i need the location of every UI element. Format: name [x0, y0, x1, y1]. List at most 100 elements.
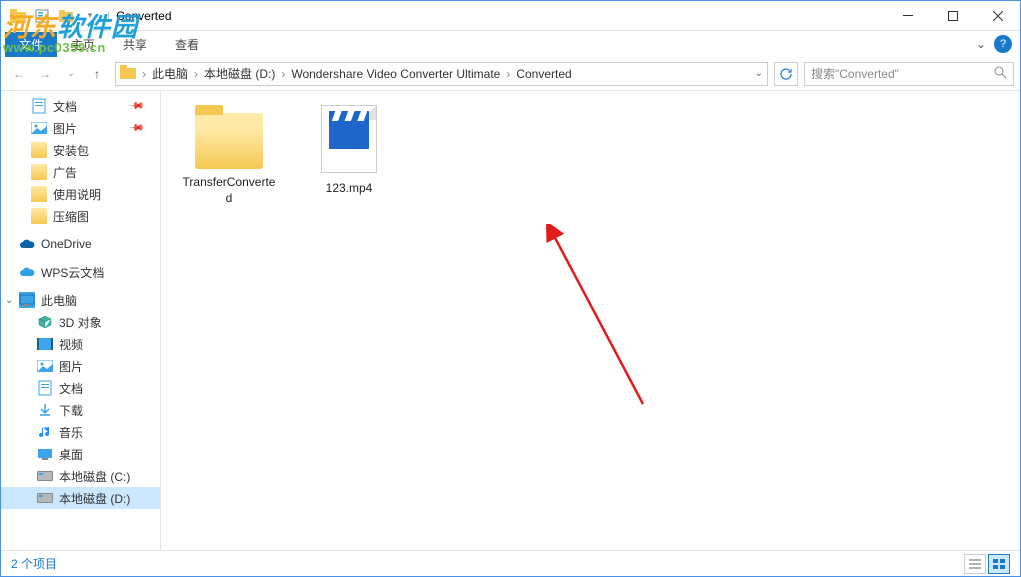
tree-pc-item[interactable]: 本地磁盘 (C:) [1, 465, 160, 487]
video-file-item[interactable]: 123.mp4 [301, 103, 397, 197]
chevron-right-icon[interactable]: › [192, 67, 200, 81]
tree-label: 视频 [59, 336, 83, 353]
pc-icon [19, 292, 35, 308]
doc-icon [31, 98, 47, 114]
folder-icon [31, 164, 47, 180]
tree-label: 文档 [59, 380, 83, 397]
tree-pc-item[interactable]: 桌面 [1, 443, 160, 465]
wps-cloud-icon [19, 264, 35, 280]
crumb-drive[interactable]: 本地磁盘 (D:) [200, 65, 279, 82]
breadcrumb-history-dropdown-icon[interactable]: ⌄ [755, 68, 763, 79]
app-icon [7, 5, 29, 27]
tree-label: 3D 对象 [59, 314, 102, 331]
search-input[interactable]: 搜索"Converted" [804, 62, 1014, 86]
maximize-button[interactable] [930, 1, 975, 30]
3d-icon [37, 314, 53, 330]
tree-label: 文档 [53, 98, 77, 115]
tree-pc-item[interactable]: 本地磁盘 (D:) [1, 487, 160, 509]
status-bar: 2 个项目 [1, 550, 1020, 576]
tree-thispc[interactable]: ⌄ 此电脑 [1, 289, 160, 311]
view-icons-button[interactable] [988, 554, 1010, 574]
breadcrumb-folder-icon [120, 65, 136, 82]
tree-quick-item[interactable]: 广告 [1, 161, 160, 183]
file-name: 123.mp4 [326, 181, 373, 197]
tree-quick-item[interactable]: 图片 📌 [1, 117, 160, 139]
ribbon-expand-icon[interactable]: ⌄ [976, 37, 986, 51]
tree-label: OneDrive [41, 237, 92, 251]
pin-icon: 📌 [127, 120, 144, 137]
tree-pc-item[interactable]: 音乐 [1, 421, 160, 443]
file-list[interactable]: TransferConverted 123.mp4 [161, 91, 1020, 550]
window-title: Converted [116, 9, 171, 23]
folder-icon [31, 186, 47, 202]
disk-icon [37, 468, 53, 484]
tree-label: 图片 [59, 358, 83, 375]
ribbon-file-tab[interactable]: 文件 [5, 32, 57, 57]
tree-label: WPS云文档 [41, 264, 104, 281]
tree-pc-item[interactable]: 视频 [1, 333, 160, 355]
tree-pc-item[interactable]: 文档 [1, 377, 160, 399]
tree-label: 本地磁盘 (D:) [59, 490, 130, 507]
chevron-right-icon[interactable]: › [504, 67, 512, 81]
tree-label: 此电脑 [41, 292, 77, 309]
address-bar: ← → ⌄ ↑ › 此电脑 › 本地磁盘 (D:) › Wondershare … [1, 57, 1020, 91]
folder-icon [195, 113, 263, 169]
onedrive-icon [19, 236, 35, 252]
video-file-icon [313, 103, 385, 175]
chevron-down-icon[interactable]: ⌄ [5, 295, 13, 306]
tree-label: 安装包 [53, 142, 89, 159]
tree-pc-item[interactable]: 下载 [1, 399, 160, 421]
tree-label: 下载 [59, 402, 83, 419]
qat-dropdown-icon[interactable]: ▾ [79, 5, 101, 27]
folder-item[interactable]: TransferConverted [181, 103, 277, 206]
search-icon[interactable] [994, 66, 1007, 82]
tree-label: 使用说明 [53, 186, 101, 203]
tree-label: 桌面 [59, 446, 83, 463]
nav-forward-button[interactable]: → [33, 62, 57, 86]
crumb-app[interactable]: Wondershare Video Converter Ultimate [287, 67, 504, 81]
video-icon [37, 336, 53, 352]
tree-quick-item[interactable]: 使用说明 [1, 183, 160, 205]
titlebar: ▾ | Converted [1, 1, 1020, 31]
tree-label: 压缩图 [53, 208, 89, 225]
qat-new-folder-icon[interactable] [55, 5, 77, 27]
doc-icon [37, 380, 53, 396]
breadcrumb[interactable]: › 此电脑 › 本地磁盘 (D:) › Wondershare Video Co… [115, 62, 768, 86]
tree-quick-item[interactable]: 压缩图 [1, 205, 160, 227]
nav-recent-dropdown[interactable]: ⌄ [59, 62, 83, 86]
folder-icon [31, 142, 47, 158]
close-button[interactable] [975, 1, 1020, 30]
help-button[interactable]: ? [994, 35, 1012, 53]
ribbon-tab-view[interactable]: 查看 [161, 32, 213, 57]
pin-icon: 📌 [127, 98, 144, 115]
view-details-button[interactable] [964, 554, 986, 574]
refresh-button[interactable] [774, 62, 798, 86]
tree-pc-item[interactable]: 3D 对象 [1, 311, 160, 333]
tree-label: 广告 [53, 164, 77, 181]
tree-pc-item[interactable]: 图片 [1, 355, 160, 377]
qat-properties-icon[interactable] [31, 5, 53, 27]
crumb-current[interactable]: Converted [512, 67, 575, 81]
nav-up-button[interactable]: ↑ [85, 62, 109, 86]
ribbon-tab-home[interactable]: 主页 [57, 32, 109, 57]
nav-back-button[interactable]: ← [7, 62, 31, 86]
search-placeholder: 搜索"Converted" [811, 65, 899, 82]
main-area: 文档 📌 图片 📌 安装包广告使用说明压缩图 OneDrive WPS云文档 ⌄ 此电脑… [1, 91, 1020, 550]
file-name: TransferConverted [181, 175, 277, 206]
tree-quick-item[interactable]: 安装包 [1, 139, 160, 161]
crumb-pc[interactable]: 此电脑 [148, 65, 192, 82]
minimize-button[interactable] [885, 1, 930, 30]
music-icon [37, 424, 53, 440]
ribbon-tab-share[interactable]: 共享 [109, 32, 161, 57]
disk-icon [37, 490, 53, 506]
tree-label: 图片 [53, 120, 77, 137]
folder-icon [31, 208, 47, 224]
pic-icon [37, 358, 53, 374]
chevron-right-icon[interactable]: › [140, 67, 148, 81]
chevron-right-icon[interactable]: › [279, 67, 287, 81]
tree-wps[interactable]: WPS云文档 [1, 261, 160, 283]
tree-onedrive[interactable]: OneDrive [1, 233, 160, 255]
ribbon: 文件 主页 共享 查看 ⌄ ? [1, 31, 1020, 57]
annotation-arrow [543, 224, 663, 414]
tree-quick-item[interactable]: 文档 📌 [1, 95, 160, 117]
